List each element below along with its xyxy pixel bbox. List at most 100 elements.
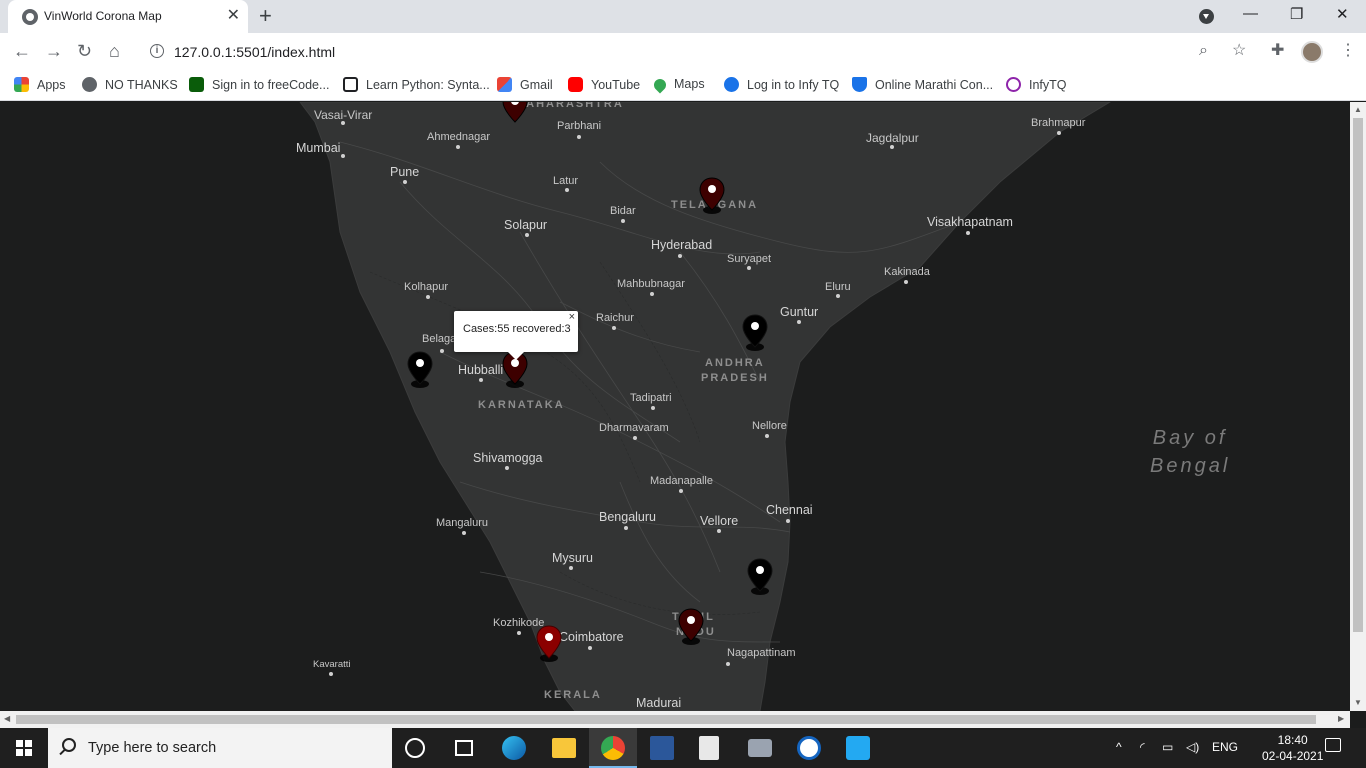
taskbar-search[interactable]: Type here to search	[48, 728, 392, 768]
corona-map[interactable]: Vasai-Virar Mumbai Ahmednagar Parbhani J…	[0, 102, 1350, 711]
city-dot	[341, 154, 345, 158]
map-marker-pin-icon[interactable]	[746, 557, 774, 595]
search-icon	[62, 738, 76, 752]
tab-strip: VinWorld Corona Map ✕ + — ❐ ✕	[0, 0, 1366, 33]
document-icon[interactable]	[699, 736, 719, 760]
home-icon[interactable]: ⌂	[109, 40, 120, 62]
apps-grid-icon	[14, 77, 29, 92]
bookmark-infytq[interactable]: InfyTQ	[1006, 77, 1067, 92]
city-label: Raichur	[596, 312, 634, 324]
bookmark-label: Log in to Infy TQ	[747, 78, 840, 92]
bookmark-apps[interactable]: Apps	[14, 77, 66, 92]
city-dot	[612, 326, 616, 330]
avatar[interactable]	[1301, 41, 1323, 63]
map-marker-pin-icon[interactable]	[501, 102, 529, 126]
cortana-icon[interactable]	[405, 738, 425, 758]
popup-text: Cases:55 recovered:3	[463, 323, 571, 335]
scroll-thumb[interactable]	[1353, 118, 1363, 632]
region-label: ANDHRA	[705, 357, 765, 369]
city-dot	[726, 662, 730, 666]
city-label: Madurai	[636, 696, 682, 710]
battery-icon[interactable]: ▭	[1162, 740, 1173, 754]
new-tab-button[interactable]: +	[259, 4, 272, 28]
map-marker-pin-icon[interactable]	[406, 350, 434, 388]
camera-icon[interactable]	[748, 739, 772, 757]
city-label: Shivamogga	[473, 451, 543, 465]
scroll-left-icon[interactable]: ◀	[4, 714, 10, 723]
bookmark-freecodecamp[interactable]: Sign in to freeCode...	[189, 77, 329, 92]
tray-chevron-icon[interactable]: ^	[1116, 740, 1122, 754]
sea-label-line: Bengal	[1150, 455, 1231, 477]
city-label: Visakhapatnam	[927, 215, 1013, 229]
city-label: Brahmapur	[1031, 117, 1086, 129]
chrome-icon[interactable]	[601, 736, 625, 760]
forward-arrow-icon[interactable]: →	[45, 40, 63, 62]
language-indicator[interactable]: ENG	[1212, 740, 1238, 754]
volume-icon[interactable]: ◁)	[1186, 740, 1199, 754]
bookmark-gmail[interactable]: Gmail	[497, 77, 553, 92]
tab-close-button[interactable]: ✕	[227, 6, 240, 26]
sea-label-line: Bay of	[1152, 427, 1228, 449]
city-label: Jagdalpur	[866, 131, 919, 145]
wifi-icon[interactable]: ◜	[1140, 740, 1145, 754]
map-marker-pin-icon[interactable]	[535, 624, 563, 662]
city-dot	[633, 436, 637, 440]
minimize-button[interactable]: —	[1243, 5, 1258, 22]
profile-menu-icon[interactable]	[1199, 9, 1214, 24]
bookmark-label: Online Marathi Con...	[875, 78, 994, 92]
city-dot	[624, 526, 628, 530]
windows-start-icon[interactable]	[16, 740, 32, 756]
scroll-thumb[interactable]	[16, 715, 1316, 724]
city-label: Guntur	[780, 305, 819, 319]
scroll-up-icon[interactable]: ▲	[1354, 105, 1362, 114]
bookmark-learn-python[interactable]: Learn Python: Synta...	[343, 77, 490, 92]
word-icon[interactable]	[650, 736, 674, 760]
bookmark-maps[interactable]: Maps	[651, 76, 705, 94]
system-clock[interactable]: 18:40 02-04-2021	[1262, 732, 1323, 764]
menu-kebab-icon[interactable]: ⋮	[1340, 42, 1356, 60]
city-dot	[426, 295, 430, 299]
maximize-button[interactable]: ❐	[1290, 5, 1303, 23]
city-label: Vasai-Virar	[314, 108, 373, 122]
shield-icon	[852, 77, 867, 92]
vertical-scrollbar[interactable]: ▲ ▼	[1350, 102, 1366, 711]
city-label: Mysuru	[552, 551, 593, 565]
edge-icon[interactable]	[502, 736, 526, 760]
extensions-puzzle-icon[interactable]: ✚	[1271, 42, 1284, 60]
bookmark-youtube[interactable]: YouTube	[568, 77, 640, 92]
reload-icon[interactable]: ↻	[77, 40, 92, 62]
browser-tab[interactable]: VinWorld Corona Map ✕	[8, 0, 248, 33]
windows-taskbar: Type here to search ^ ◜ ▭ ◁) ENG 18:40 0…	[0, 728, 1366, 768]
city-dot	[747, 266, 751, 270]
task-view-icon[interactable]	[455, 740, 473, 756]
city-label: Vellore	[700, 514, 739, 528]
map-marker-pin-icon[interactable]	[677, 607, 705, 645]
bookmark-infy-login[interactable]: Log in to Infy TQ	[724, 77, 839, 92]
scroll-down-icon[interactable]: ▼	[1354, 698, 1362, 707]
map-marker-pin-icon[interactable]	[741, 313, 769, 351]
popup-close-button[interactable]: ×	[569, 311, 575, 323]
horizontal-scrollbar[interactable]: ◀ ▶	[0, 711, 1350, 728]
window-close-button[interactable]: ✕	[1336, 5, 1349, 23]
back-arrow-icon[interactable]: ←	[13, 40, 31, 62]
url-text[interactable]: 127.0.0.1:5501/index.html	[174, 44, 335, 60]
scroll-right-icon[interactable]: ▶	[1338, 714, 1344, 723]
city-label: Mumbai	[296, 141, 341, 155]
vscode-icon[interactable]	[846, 736, 870, 760]
address-bar[interactable]: i 127.0.0.1:5501/index.html	[140, 37, 1260, 67]
site-info-icon[interactable]: i	[150, 44, 164, 58]
map-marker-pin-icon[interactable]	[698, 176, 726, 214]
city-label: Mangaluru	[436, 517, 488, 529]
city-dot	[479, 378, 483, 382]
zoom-icon[interactable]: ⌕	[1199, 42, 1208, 60]
notification-icon[interactable]	[1325, 738, 1341, 752]
bookmark-star-icon[interactable]: ☆	[1232, 42, 1246, 60]
bookmark-marathi[interactable]: Online Marathi Con...	[852, 77, 993, 92]
city-dot	[966, 231, 970, 235]
app-icon[interactable]	[797, 736, 821, 760]
region-label: KARNATAKA	[478, 399, 565, 411]
city-label: Chennai	[766, 503, 813, 517]
bookmark-no-thanks[interactable]: NO THANKS	[82, 77, 178, 92]
file-explorer-icon[interactable]	[552, 738, 576, 758]
bookmark-label: InfyTQ	[1029, 78, 1067, 92]
